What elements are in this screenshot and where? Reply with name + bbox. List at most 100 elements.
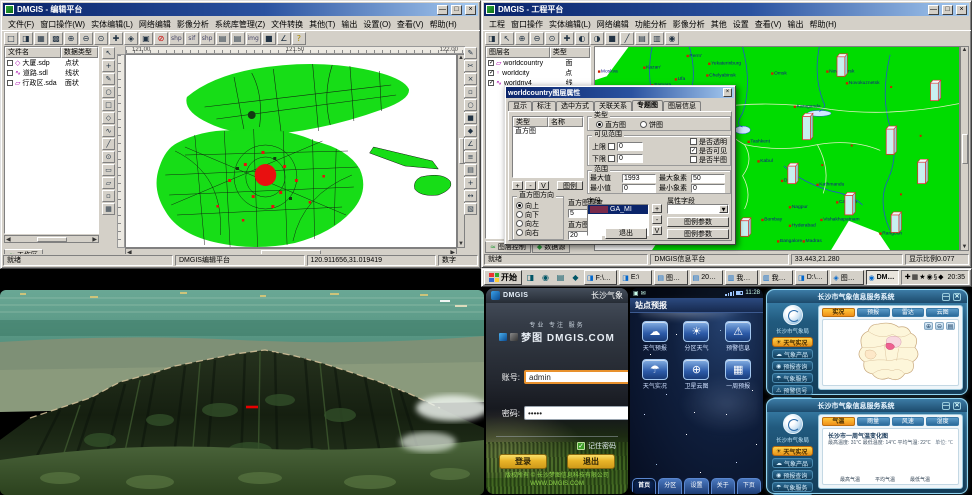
tool-icon[interactable]: × <box>464 73 477 85</box>
image-export-icon[interactable]: img <box>246 32 261 45</box>
taskbar-window-button[interactable]: ▥我的... <box>725 270 758 285</box>
tool-icon[interactable]: ▤ <box>464 164 477 176</box>
tool-icon[interactable]: ▧ <box>464 203 477 215</box>
menu-item[interactable]: 查看(V) <box>752 19 785 30</box>
tool-icon[interactable]: ✎ <box>102 73 115 85</box>
globe-east-icon[interactable]: ◑ <box>590 32 604 45</box>
editor-titlebar[interactable]: DMGIS - 编辑平台 — □ × <box>3 3 478 16</box>
feature-icon[interactable]: ▦ <box>725 359 751 380</box>
remember-checkbox[interactable]: ✓ <box>577 442 585 450</box>
editor-map-canvas[interactable] <box>125 54 457 248</box>
tool-icon[interactable]: ▫ <box>102 190 115 202</box>
menu-item[interactable]: 工程 <box>486 19 508 30</box>
tray-icon[interactable]: ★ <box>919 271 925 284</box>
taskbar-window-button[interactable]: ◨E:\ <box>619 270 652 285</box>
sidebar-item[interactable]: ☁气象产品 <box>772 458 813 468</box>
menu-item[interactable]: 影像分析 <box>670 19 708 30</box>
list-button[interactable]: V <box>538 181 549 190</box>
file-row[interactable]: ∿ 道路.sdl 线状 <box>5 68 98 78</box>
quick-launch-icon[interactable]: ◆ <box>569 271 582 284</box>
quick-launch-icon[interactable]: ◨ <box>524 271 537 284</box>
range-field[interactable]: 最小象素0 <box>659 184 728 192</box>
minimize-button[interactable]: — <box>942 402 950 410</box>
quick-launch-icon[interactable]: ◉ <box>539 271 552 284</box>
tool-icon[interactable]: ✎ <box>464 47 477 59</box>
tray-icon[interactable]: ▦ <box>912 271 919 284</box>
sif-export-icon[interactable]: sif <box>185 32 199 45</box>
layers-icon[interactable]: ▩ <box>49 32 63 45</box>
taskbar-window-button[interactable]: ◨D:\sd... <box>795 270 828 285</box>
column-datatype[interactable]: 数据类型 <box>61 47 98 58</box>
range-field[interactable]: 最大值1993 <box>590 174 659 182</box>
content-tab[interactable]: 云图 <box>926 308 959 317</box>
tray-icon[interactable]: § <box>934 271 938 284</box>
legend-param-button[interactable]: 图例参数 <box>667 229 729 239</box>
menu-item[interactable]: 其他 <box>708 19 730 30</box>
minimize-button[interactable]: — <box>942 293 950 301</box>
tool-icon[interactable]: ⊙ <box>102 151 115 163</box>
feature-item[interactable]: ⊕ 卫星云图 <box>677 359 715 390</box>
range-field[interactable]: 最大象素50 <box>659 174 728 182</box>
project-map-vscroll[interactable]: ▲▼ <box>960 46 969 251</box>
content-tab[interactable]: 气温 <box>822 417 855 426</box>
tool-icon[interactable]: ▭ <box>102 164 115 176</box>
sidebar-item[interactable]: ☂气象服务 <box>772 373 813 383</box>
taskbar-window-button[interactable]: ▤2004... <box>690 270 723 285</box>
new-icon[interactable]: □ <box>4 32 18 45</box>
window-titlebar[interactable]: 长沙市气象信息服务系统 — ✕ <box>767 290 967 303</box>
feature-icon[interactable]: ☂ <box>642 359 668 380</box>
zoom-fit-icon[interactable]: ⊙ <box>94 32 108 45</box>
tray-icon[interactable]: ◉ <box>926 271 932 284</box>
bottom-tab[interactable]: 关于 <box>711 478 735 494</box>
menu-item[interactable]: 网络编辑 <box>594 19 632 30</box>
save-icon[interactable]: ▦ <box>34 32 48 45</box>
help-icon[interactable]: ? <box>292 32 306 45</box>
menu-item[interactable]: 设置 <box>730 19 752 30</box>
project-titlebar[interactable]: DMGIS - 工程平台 — □ × <box>484 3 969 16</box>
tray-icon[interactable]: ✚ <box>905 271 911 284</box>
menu-item[interactable]: 设置(O) <box>360 19 394 30</box>
open-icon[interactable]: ◨ <box>19 32 33 45</box>
direction-radio[interactable]: 向右 <box>516 228 560 237</box>
visibility-checkbox[interactable]: ✓ <box>488 60 494 66</box>
remember-password[interactable]: ✓ 记住密码 <box>577 441 616 451</box>
minimize-button[interactable]: — <box>928 5 939 15</box>
type-radio[interactable]: 直方图 <box>596 120 626 129</box>
list-button[interactable]: - <box>525 181 536 190</box>
taskbar-window-button[interactable]: ◈图控属 <box>830 270 863 285</box>
attr-field-combo[interactable]: ▼ <box>667 204 729 214</box>
content-tab[interactable]: 雷达 <box>892 308 925 317</box>
terrain-3d-view[interactable] <box>0 290 484 495</box>
tool-icon[interactable]: ▱ <box>102 177 115 189</box>
field-row-selected[interactable]: GA_MI <box>588 205 648 214</box>
close-button[interactable]: × <box>465 5 476 15</box>
stop-icon[interactable]: ⊘ <box>154 32 168 45</box>
dialog-titlebar[interactable]: worldcountry图层属性 × <box>506 87 734 98</box>
column-name[interactable]: 名称 <box>548 117 583 127</box>
copy-icon[interactable]: ▣ <box>139 32 153 45</box>
sidebar-item[interactable]: ◉预报查询 <box>772 361 813 371</box>
account-input[interactable] <box>524 370 628 384</box>
minimize-button[interactable]: — <box>437 5 448 15</box>
select-icon[interactable]: ↖ <box>500 32 514 45</box>
tray-icon[interactable]: ◆ <box>938 271 943 284</box>
tool-icon[interactable]: ○ <box>102 86 115 98</box>
file-row[interactable]: ▱ 行政区.sda 面状 <box>5 78 98 88</box>
feature-item[interactable]: ⚠ 预警信息 <box>719 321 757 352</box>
print-icon[interactable]: ▤ <box>635 32 649 45</box>
tool-icon[interactable]: ✂ <box>464 60 477 72</box>
zoom-out-icon[interactable]: ⊖ <box>79 32 93 45</box>
line-icon[interactable]: ╱ <box>620 32 634 45</box>
taskbar-window-button[interactable]: ◉DMGI... <box>866 270 899 285</box>
visibility-checkbox[interactable]: ✓ <box>488 80 494 86</box>
taskbar-window-button[interactable]: ▤图纸2... <box>654 270 687 285</box>
measure-icon[interactable]: ∠ <box>277 32 291 45</box>
menu-item[interactable]: 文件转换 <box>268 19 306 30</box>
tool-icon[interactable]: ≡ <box>464 151 477 163</box>
feature-item[interactable]: ☂ 天气实况 <box>636 359 674 390</box>
content-tab[interactable]: 预报 <box>857 308 890 317</box>
maximize-button[interactable]: □ <box>942 5 953 15</box>
menu-item[interactable]: 功能分析 <box>632 19 670 30</box>
column-filename[interactable]: 文件名 <box>5 47 61 58</box>
range-field[interactable]: 最小值0 <box>590 184 659 192</box>
